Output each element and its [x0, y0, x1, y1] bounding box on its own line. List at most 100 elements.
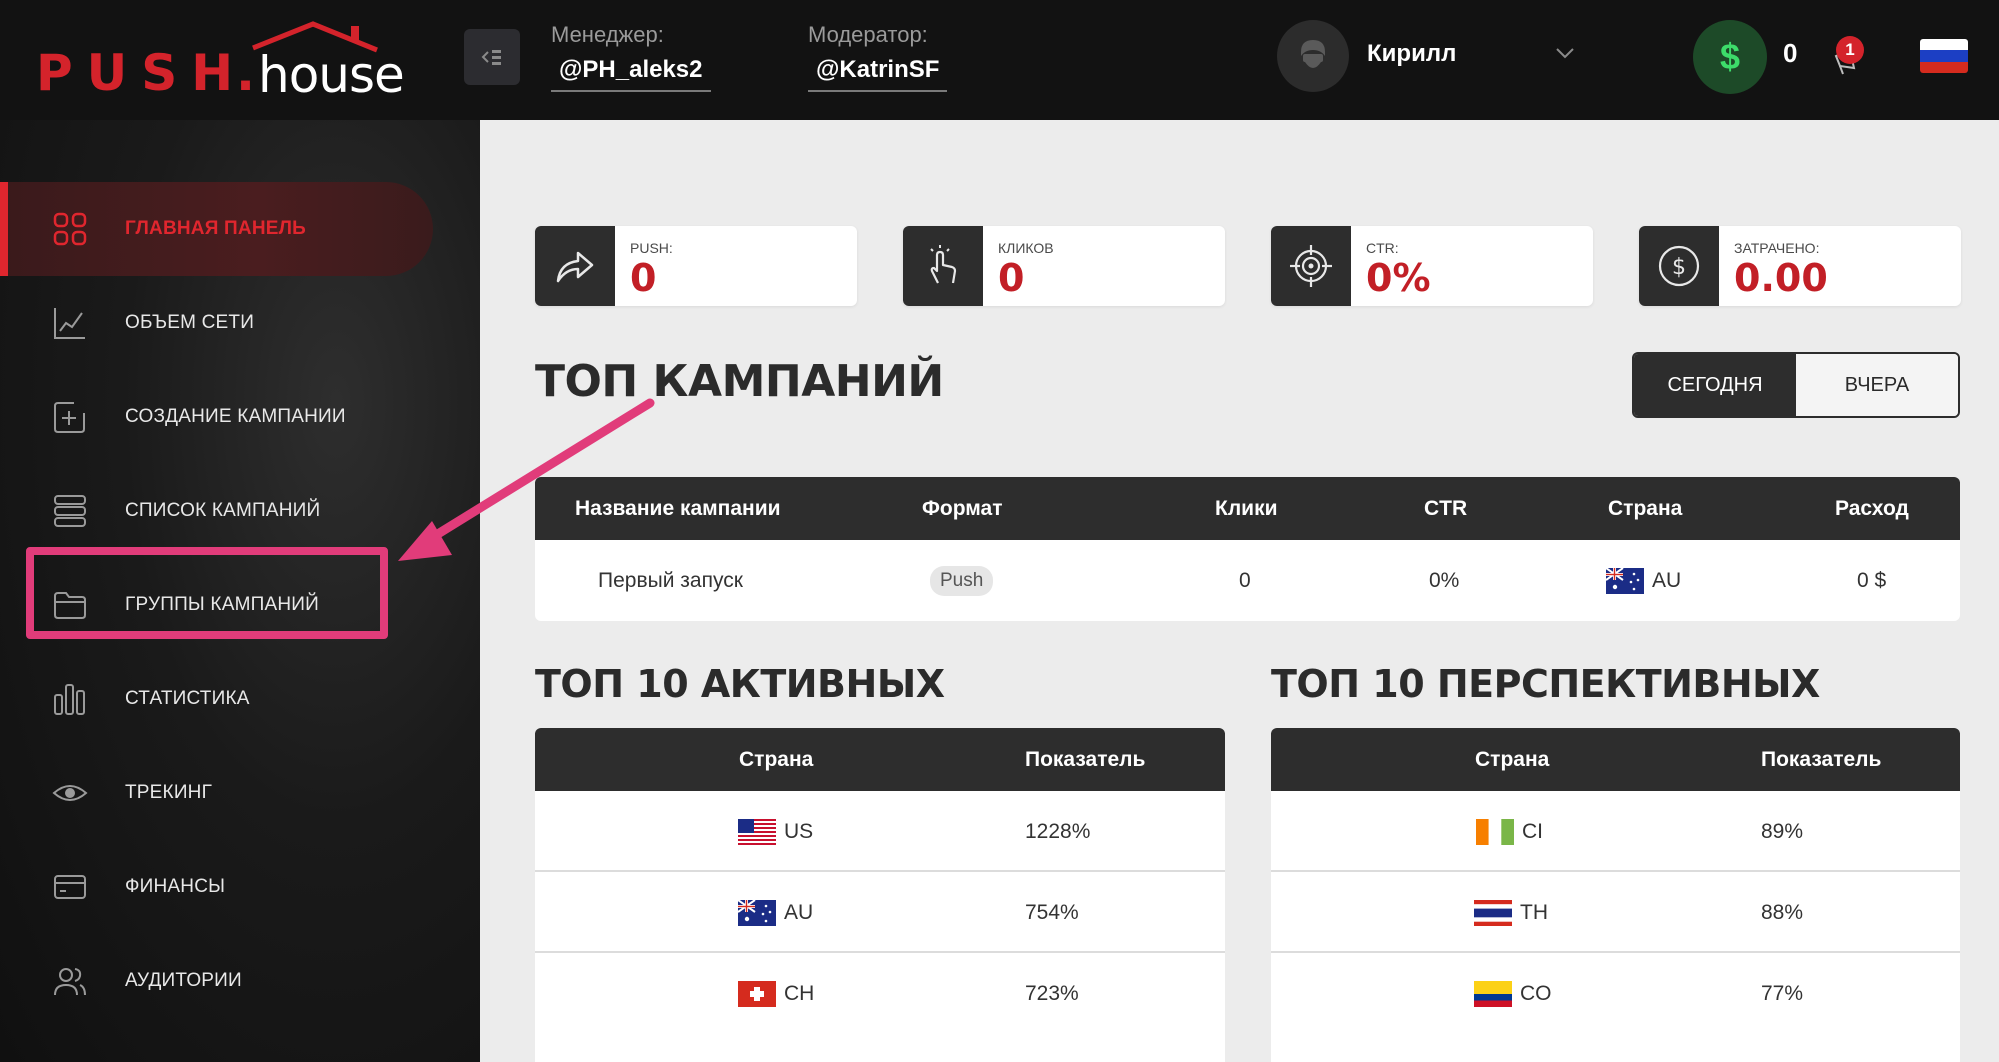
stat-card-push: PUSH: 0	[535, 226, 857, 306]
flag-au-icon	[738, 899, 776, 926]
period-yesterday-button[interactable]: ВЧЕРА	[1796, 354, 1958, 416]
stat-card-ctr: CTR: 0%	[1271, 226, 1593, 306]
column-header: Формат	[922, 497, 1003, 520]
country-cell: TH	[1474, 872, 1548, 953]
stat-label: PUSH:	[630, 240, 673, 256]
sidebar-item-audiences[interactable]: АУДИТОРИИ	[0, 934, 480, 1028]
sidebar-item-label: ТРЕКИНГ	[125, 782, 213, 803]
top-header: PUSH . house Менеджер: @PH_aleks2 Модера…	[0, 0, 1999, 120]
table-row: AU 754%	[535, 872, 1225, 953]
logo-push-text: PUSH	[36, 44, 248, 102]
stat-value: 0%	[1366, 256, 1431, 300]
tap-hand-icon	[903, 226, 983, 306]
stat-label: CTR:	[1366, 240, 1399, 256]
value-cell: 88%	[1761, 900, 1804, 924]
chart-line-icon	[54, 308, 85, 339]
sidebar-item-label: ФИНАНСЫ	[125, 876, 226, 897]
sidebar-item-label: ГЛАВНАЯ ПАНЕЛЬ	[125, 218, 307, 239]
target-icon	[1271, 226, 1351, 306]
balance-dollar-icon[interactable]: $	[1693, 20, 1767, 94]
moderator-link[interactable]: @KatrinSF	[808, 56, 948, 92]
column-header: CTR	[1424, 497, 1468, 520]
moderator-label: Модератор:	[808, 22, 928, 47]
table-header: Страна Показатель	[1271, 728, 1960, 791]
table-header: Название кампании Формат Клики CTR Стран…	[535, 477, 1960, 540]
top-active-table: Страна Показатель US 1228% AU 754% CH 72…	[535, 728, 1225, 1062]
users-icon	[54, 968, 86, 996]
table-row[interactable]: Первый запуск Push 0 0% AU 0 $	[535, 540, 1960, 621]
sidebar-item-label: ОБЪЕМ СЕТИ	[125, 312, 255, 333]
sidebar-item-tracking[interactable]: ТРЕКИНГ	[0, 746, 480, 840]
table-header: Страна Показатель	[535, 728, 1225, 791]
country-code: AU	[1652, 568, 1682, 592]
dashboard-icon	[53, 212, 87, 246]
sidebar-item-network-volume[interactable]: ОБЪЕМ СЕТИ	[0, 276, 480, 370]
manager-link[interactable]: @PH_aleks2	[551, 56, 711, 92]
top-active-title: ТОП 10 АКТИВНЫХ	[535, 662, 945, 706]
sidebar-item-finance[interactable]: ФИНАНСЫ	[0, 840, 480, 934]
top-prospective-table: Страна Показатель CI 89% TH 88% CO 77%	[1271, 728, 1960, 1062]
country-cell: CH	[738, 953, 814, 1034]
clicks-cell: 0	[1239, 568, 1251, 592]
user-avatar[interactable]	[1277, 20, 1349, 92]
sidebar-item-dashboard[interactable]: ГЛАВНАЯ ПАНЕЛЬ	[0, 182, 480, 276]
stat-value: 0	[998, 256, 1025, 300]
user-name[interactable]: Кирилл	[1367, 40, 1456, 68]
table-row: TH 88%	[1271, 872, 1960, 953]
value-cell: 1228%	[1025, 819, 1091, 843]
top-prospective-title: ТОП 10 ПЕРСПЕКТИВНЫХ	[1271, 662, 1820, 706]
period-today-button[interactable]: СЕГОДНЯ	[1634, 354, 1796, 416]
table-row: US 1228%	[535, 791, 1225, 872]
dollar-circle-icon: $	[1639, 226, 1719, 306]
sidebar-item-label: АУДИТОРИИ	[125, 970, 242, 991]
share-arrow-icon	[535, 226, 615, 306]
flag-co-icon	[1474, 980, 1512, 1007]
country-cell: AU	[1606, 540, 1681, 621]
country-cell: CI	[1476, 791, 1543, 872]
value-cell: 77%	[1761, 981, 1804, 1005]
column-header: Страна	[1608, 497, 1683, 520]
moderator-contact: Модератор: @KatrinSF	[808, 22, 948, 92]
column-header: Страна	[739, 748, 814, 771]
logo-dot: .	[236, 44, 255, 102]
bar-chart-icon	[54, 684, 85, 715]
balance-value: 0	[1783, 38, 1798, 68]
stat-card-clicks: КЛИКОВ 0	[903, 226, 1225, 306]
add-square-icon	[54, 402, 85, 433]
logo-house-text: house	[258, 46, 405, 104]
flag-th-icon	[1474, 899, 1512, 926]
list-icon	[54, 495, 86, 527]
country-cell: CO	[1474, 953, 1552, 1034]
top-campaigns-title: ТОП КАМПАНИЙ	[535, 356, 944, 407]
flag-ch-icon	[738, 980, 776, 1007]
stat-label: КЛИКОВ	[998, 240, 1054, 256]
manager-contact: Менеджер: @PH_aleks2	[551, 22, 711, 92]
country-code: TH	[1520, 900, 1548, 924]
stat-value: 0	[630, 256, 657, 300]
format-cell: Push	[930, 540, 994, 621]
sidebar-item-label: СОЗДАНИЕ КАМПАНИИ	[125, 406, 346, 427]
table-row: CO 77%	[1271, 953, 1960, 1034]
campaign-name[interactable]: Первый запуск	[598, 540, 743, 621]
country-code: CI	[1522, 819, 1543, 843]
country-code: CH	[784, 981, 815, 1005]
table-row: CH 723%	[535, 953, 1225, 1034]
country-code: AU	[784, 900, 814, 924]
country-cell: US	[738, 791, 813, 872]
column-header: Расход	[1835, 497, 1909, 520]
column-header: Показатель	[1025, 748, 1146, 771]
sidebar-item-statistics[interactable]: СТАТИСТИКА	[0, 652, 480, 746]
stat-card-spent: $ ЗАТРАЧЕНО: 0.00	[1639, 226, 1961, 306]
collapse-icon	[481, 50, 501, 65]
avatar-silhouette-icon	[1301, 40, 1325, 68]
sidebar: ГЛАВНАЯ ПАНЕЛЬ ОБЪЕМ СЕТИ СОЗДАНИЕ КАМПА…	[0, 120, 480, 1062]
chevron-down-icon[interactable]	[1555, 46, 1575, 60]
value-cell: 723%	[1025, 981, 1079, 1005]
sidebar-collapse-button[interactable]	[464, 29, 520, 85]
brand-logo[interactable]: PUSH . house	[36, 20, 405, 102]
flag-ci-icon	[1476, 818, 1514, 845]
language-flag-ru-icon[interactable]	[1920, 39, 1968, 73]
spend-cell: 0 $	[1857, 568, 1887, 592]
column-header: Название кампании	[575, 497, 781, 520]
manager-label: Менеджер:	[551, 22, 664, 47]
